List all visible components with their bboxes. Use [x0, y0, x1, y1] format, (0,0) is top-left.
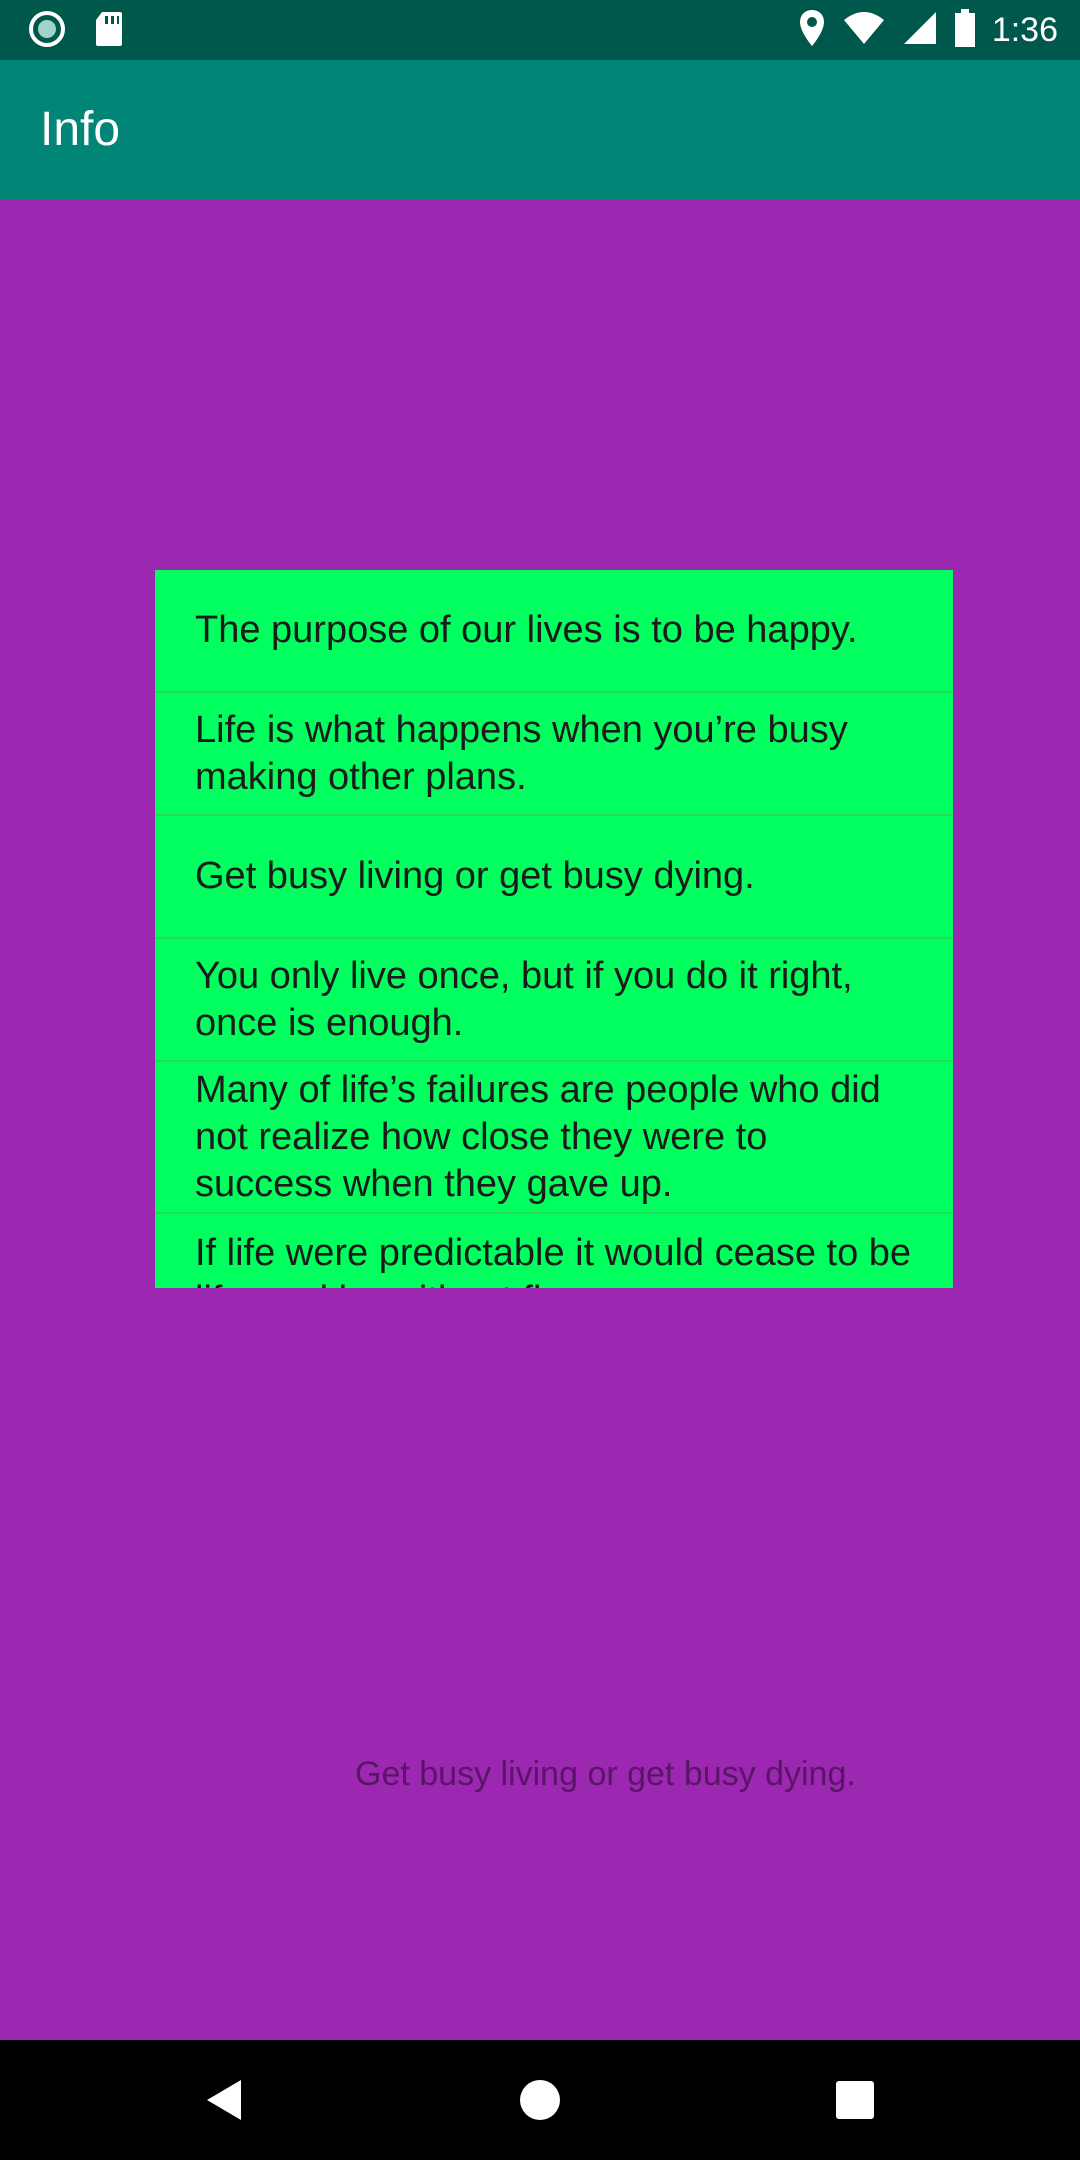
- navigation-bar: [0, 2040, 1080, 2160]
- list-item[interactable]: The purpose of our lives is to be happy.: [155, 570, 953, 693]
- list-item[interactable]: Many of life’s failures are people who d…: [155, 1062, 953, 1214]
- signal-icon: [902, 10, 938, 51]
- location-icon: [798, 8, 826, 53]
- clock: 1:36: [991, 11, 1058, 49]
- content-area: The purpose of our lives is to be happy.…: [0, 200, 1080, 2040]
- list-item[interactable]: If life were predictable it would cease …: [155, 1214, 953, 1288]
- list-item[interactable]: Get busy living or get busy dying.: [155, 816, 953, 939]
- battery-icon: [954, 9, 976, 52]
- app-bar: Info: [0, 60, 1080, 200]
- quote-text: The purpose of our lives is to be happy.: [195, 609, 858, 651]
- sd-card-icon: [94, 10, 124, 53]
- selected-quote-text: Get busy living or get busy dying.: [355, 1755, 856, 1793]
- recents-button[interactable]: [795, 2040, 915, 2160]
- quote-list[interactable]: The purpose of our lives is to be happy.…: [155, 570, 953, 1288]
- list-item[interactable]: You only live once, but if you do it rig…: [155, 939, 953, 1062]
- wifi-icon: [842, 10, 886, 51]
- quote-text: If life were predictable it would cease …: [195, 1232, 912, 1288]
- list-item[interactable]: Life is what happens when you’re busy ma…: [155, 693, 953, 816]
- quote-text: You only live once, but if you do it rig…: [195, 954, 853, 1044]
- back-icon: [207, 2080, 241, 2120]
- home-icon: [520, 2080, 560, 2120]
- status-bar: 1:36: [0, 0, 1080, 60]
- record-icon: [28, 10, 66, 53]
- quote-text: Get busy living or get busy dying.: [195, 855, 755, 897]
- quote-text: Life is what happens when you’re busy ma…: [195, 708, 848, 798]
- quote-text: Many of life’s failures are people who d…: [195, 1068, 881, 1205]
- recents-icon: [836, 2081, 874, 2119]
- back-button[interactable]: [165, 2040, 285, 2160]
- page-title: Info: [40, 103, 121, 156]
- home-button[interactable]: [480, 2040, 600, 2160]
